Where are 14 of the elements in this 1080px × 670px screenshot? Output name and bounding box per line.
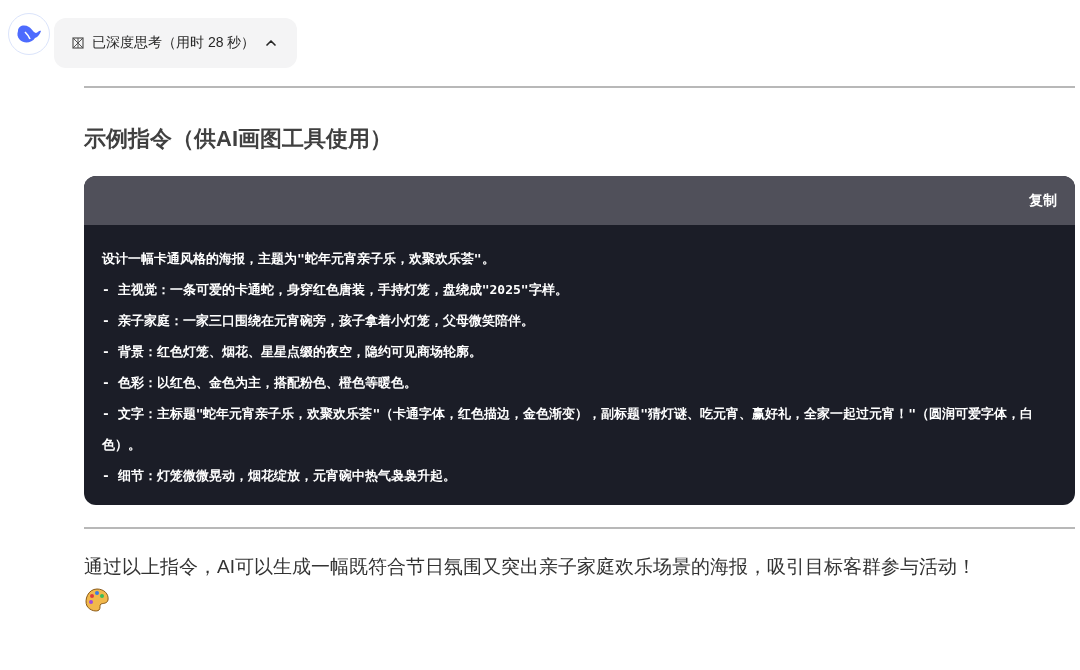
code-line: - 亲子家庭：一家三口围绕在元宵碗旁，孩子拿着小灯笼，父母微笑陪伴。 — [102, 312, 535, 330]
code-line: - 背景：红色灯笼、烟花、星星点缀的夜空，隐约可见商场轮廓。 — [102, 343, 483, 361]
code-line: - 主视觉：一条可爱的卡通蛇，身穿红色唐装，手持灯笼，盘绕成"2025"字样。 — [102, 281, 569, 299]
section-heading: 示例指令（供AI画图工具使用） — [84, 125, 393, 153]
code-line: - 文字：主标题"蛇年元宵亲子乐，欢聚欢乐荟"（卡通字体，红色描边，金色渐变），副标题"猜灯谜、吃元宵、赢好礼，全家一起过元宵！"（圆润可爱字体，白色）。 — [102, 405, 1034, 454]
palette-icon — [84, 587, 110, 613]
whale-icon — [16, 23, 42, 45]
summary-text: 通过以上指令，AI可以生成一幅既符合节日氛围又突出亲子家庭欢乐场景的海报，吸引目标客群参与活动！ — [84, 555, 977, 579]
thinking-icon — [72, 37, 84, 49]
thinking-toggle[interactable]: 已深度思考（用时 28 秒） — [54, 18, 298, 68]
code-line: - 色彩：以红色、金色为主，搭配粉色、橙色等暖色。 — [102, 374, 418, 392]
copy-button[interactable]: 复制 — [1029, 191, 1057, 210]
code-line: 设计一幅卡通风格的海报，主题为"蛇年元宵亲子乐，欢聚欢乐荟"。 — [102, 250, 496, 268]
code-line: - 细节：灯笼微微晃动，烟花绽放，元宵碗中热气袅袅升起。 — [102, 467, 457, 485]
